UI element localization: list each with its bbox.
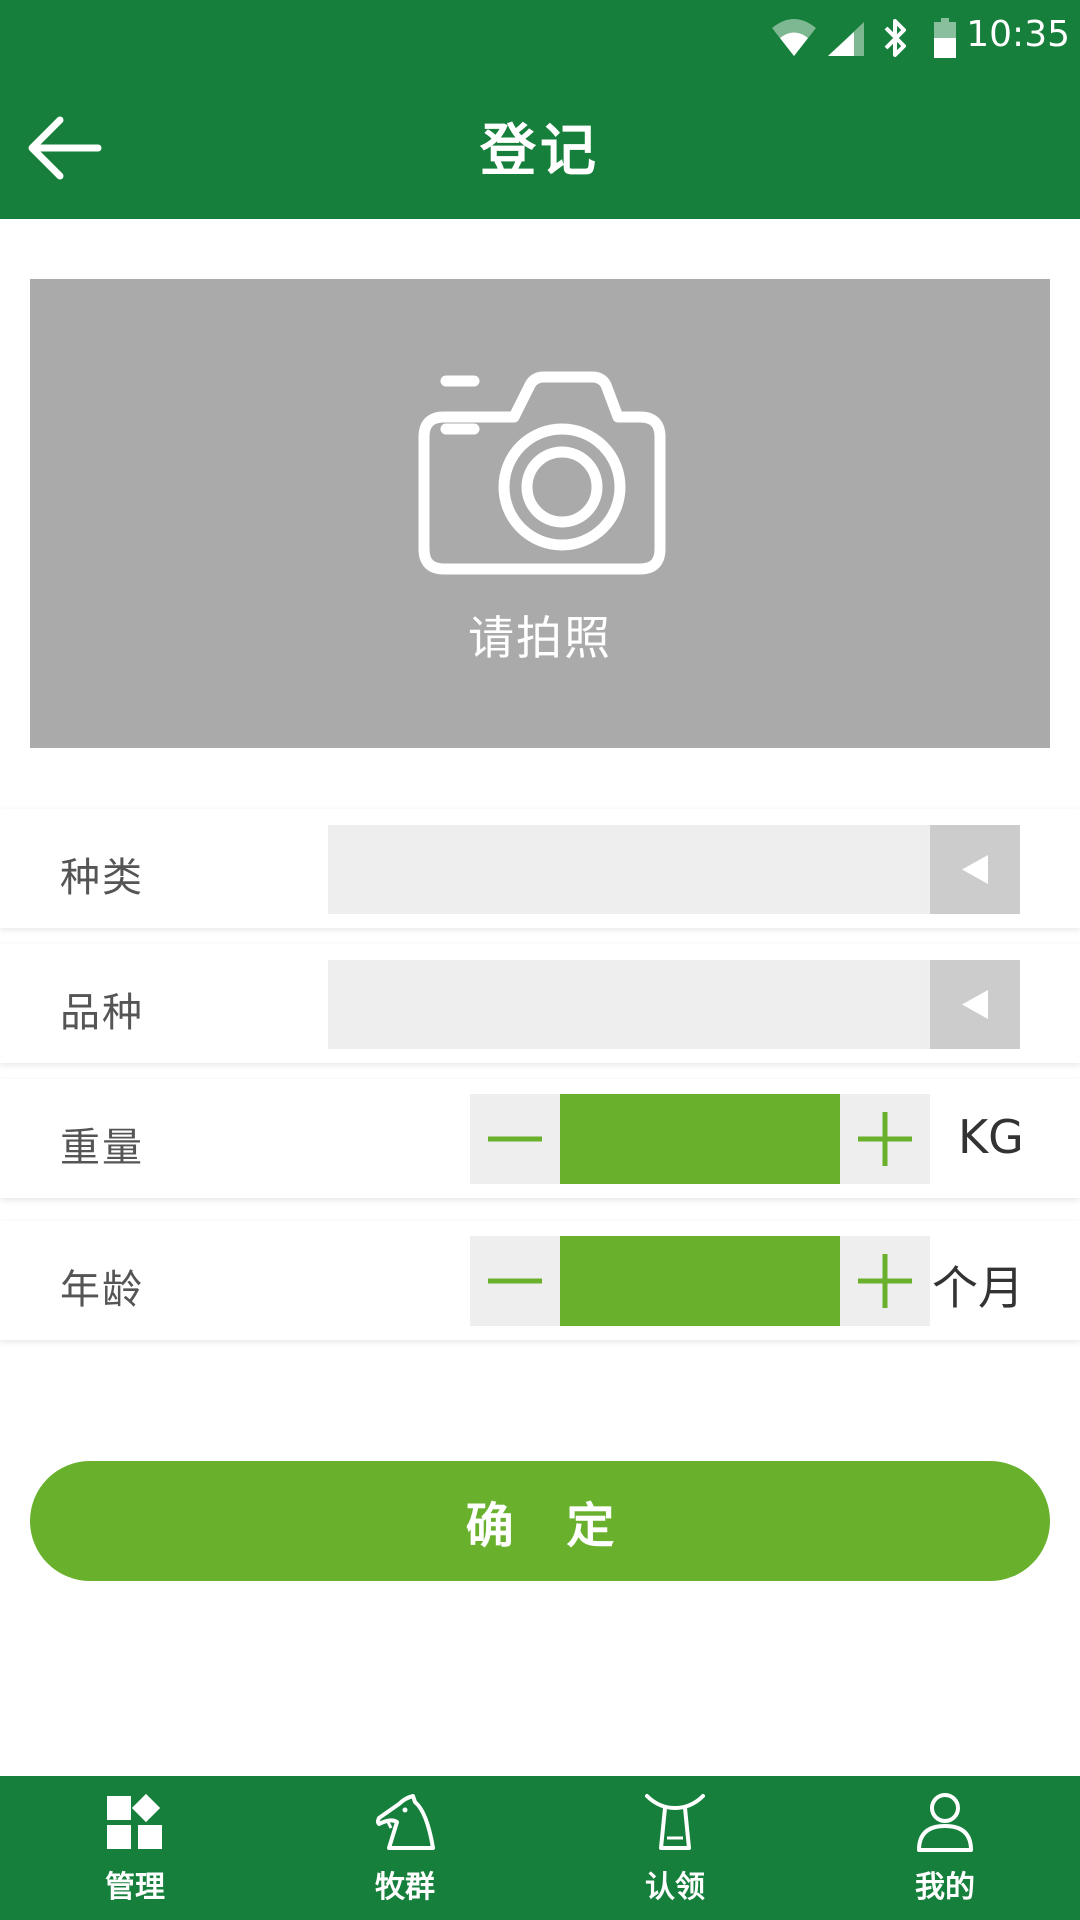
app-bar: 登记 bbox=[0, 76, 1080, 219]
age-row: 年龄 个月 bbox=[0, 1221, 1080, 1340]
breed-label: 品种 bbox=[60, 990, 144, 1036]
weight-row: 重量 KG bbox=[0, 1079, 1080, 1198]
bluetooth-icon bbox=[884, 19, 906, 57]
photo-label: 请拍照 bbox=[468, 611, 612, 665]
category-label: 种类 bbox=[60, 855, 144, 901]
age-input[interactable] bbox=[560, 1236, 840, 1326]
nav-item-manage[interactable]: 管理 bbox=[0, 1776, 270, 1920]
category-select-arrow[interactable] bbox=[930, 825, 1020, 914]
page-title: 登记 bbox=[480, 119, 600, 184]
battery-icon bbox=[934, 18, 956, 58]
minus-icon bbox=[488, 1136, 542, 1142]
bottom-nav: 管理 牧群 认领 我的 bbox=[0, 1776, 1080, 1920]
caret-left-icon bbox=[962, 855, 988, 884]
nav-item-claim[interactable]: 认领 bbox=[540, 1776, 810, 1920]
age-label: 年龄 bbox=[60, 1267, 144, 1313]
breed-select-arrow[interactable] bbox=[930, 960, 1020, 1049]
age-increment-button[interactable] bbox=[840, 1236, 930, 1326]
weight-input[interactable] bbox=[560, 1094, 840, 1184]
camera-icon bbox=[418, 371, 666, 575]
nav-item-herd[interactable]: 牧群 bbox=[270, 1776, 540, 1920]
breed-row: 品种 bbox=[0, 944, 1080, 1063]
nav-label: 认领 bbox=[645, 1870, 705, 1905]
age-unit: 个月 bbox=[932, 1261, 1024, 1315]
minus-icon bbox=[488, 1278, 542, 1284]
weight-label: 重量 bbox=[60, 1125, 144, 1171]
category-select[interactable] bbox=[328, 825, 1020, 914]
nav-item-profile[interactable]: 我的 bbox=[810, 1776, 1080, 1920]
nav-label: 我的 bbox=[915, 1870, 975, 1905]
plus-icon bbox=[858, 1112, 912, 1166]
horse-icon bbox=[376, 1794, 435, 1850]
age-decrement-button[interactable] bbox=[470, 1236, 560, 1326]
category-row: 种类 bbox=[0, 809, 1080, 928]
breed-select[interactable] bbox=[328, 960, 1020, 1049]
plus-icon bbox=[858, 1254, 912, 1308]
status-bar: 10:35 bbox=[0, 0, 1080, 76]
nav-label: 管理 bbox=[105, 1870, 165, 1905]
user-icon bbox=[917, 1793, 973, 1852]
photo-capture-area[interactable]: 请拍照 bbox=[30, 279, 1050, 748]
wifi-icon bbox=[772, 19, 816, 56]
weight-decrement-button[interactable] bbox=[470, 1094, 560, 1184]
weight-increment-button[interactable] bbox=[840, 1094, 930, 1184]
confirm-button[interactable]: 确 定 bbox=[30, 1461, 1050, 1581]
cell-signal-icon bbox=[828, 22, 864, 56]
weight-unit: KG bbox=[958, 1110, 1024, 1164]
caret-left-icon bbox=[962, 990, 988, 1019]
bull-icon bbox=[645, 1794, 705, 1850]
status-time: 10:35 bbox=[966, 14, 1070, 55]
nav-label: 牧群 bbox=[375, 1870, 435, 1905]
dashboard-icon bbox=[107, 1793, 162, 1849]
